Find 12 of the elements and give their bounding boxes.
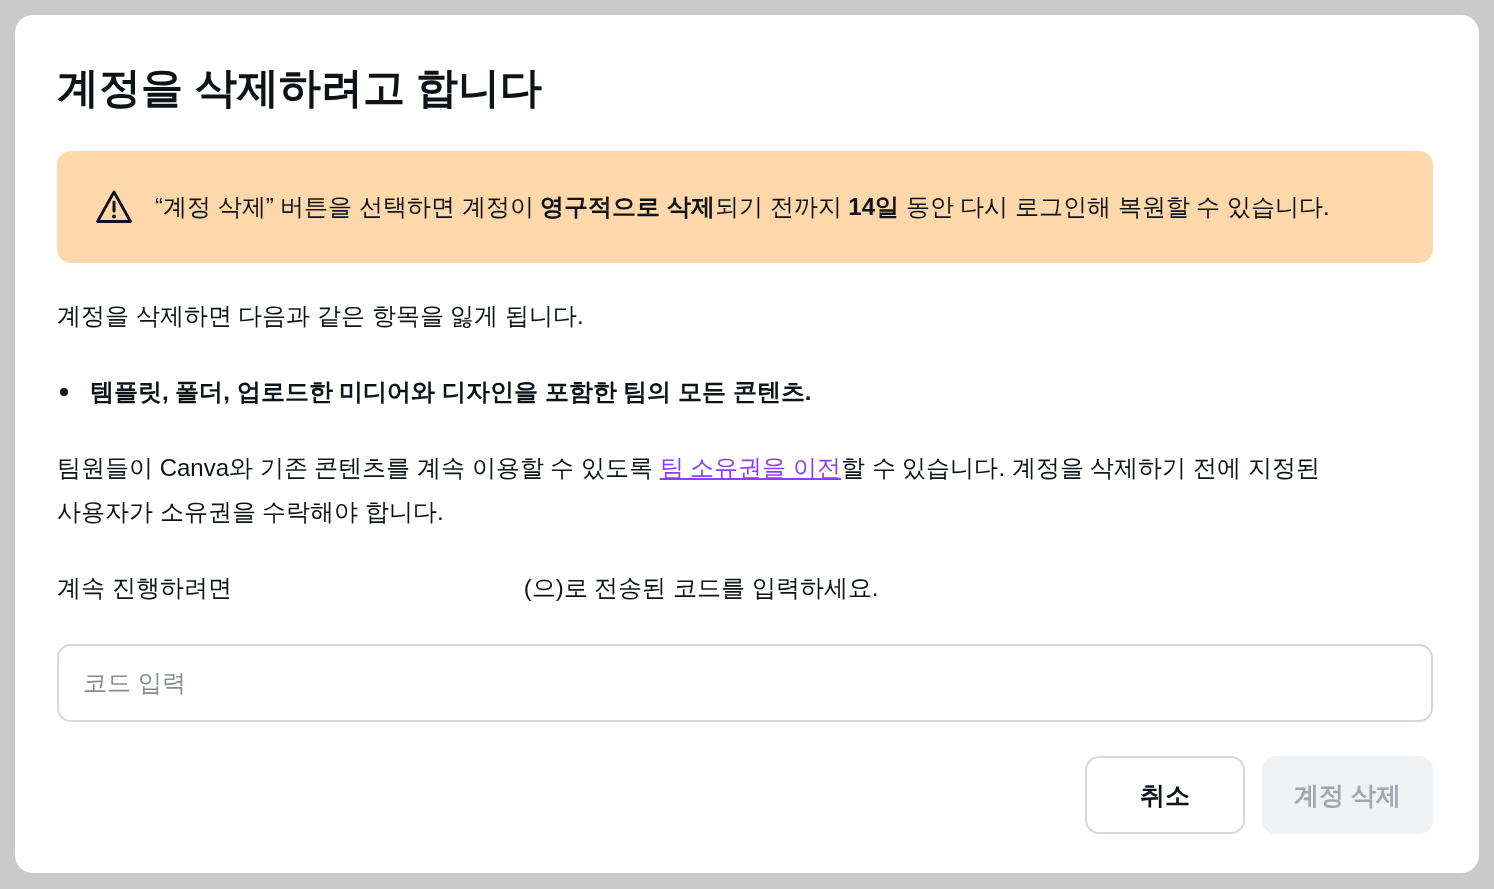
code-input-field[interactable]: 코드 입력 (57, 644, 1433, 722)
bullet-icon (60, 388, 68, 396)
list-item-text: 템플릿, 폴더, 업로드한 미디어와 디자인을 포함한 팀의 모든 콘텐츠. (90, 377, 812, 407)
transfer-note: 팀원들이 Canva와 기존 콘텐츠를 계속 이용할 수 있도록 팀 소유권을 이전할 수 있습니다. 계정을 삭제하기 전에 지정된 사용자가 소유권을 수락해야 합니다. (57, 453, 1321, 527)
warning-text: “계정 삭제” 버튼을 선택하면 계정이 영구적으로 삭제되기 전까지 14일 동안 다시 로그인해 복원할 수 있습니다. (155, 192, 1330, 222)
code-prompt-text: 계속 진행하려면 (57, 573, 232, 603)
warning-icon (95, 189, 133, 225)
code-prompt-text: (으)로 전송된 코드를 입력하세요. (523, 573, 879, 603)
intro-text: 계정을 삭제하면 다음과 같은 항목을 잃게 됩니다. (57, 301, 585, 331)
cancel-button[interactable]: 취소 (1085, 756, 1246, 834)
dialog-title: 계정을 삭제하려고 합니다 (57, 63, 544, 113)
transfer-ownership-link[interactable]: 팀 소유권을 이전 (659, 454, 842, 481)
